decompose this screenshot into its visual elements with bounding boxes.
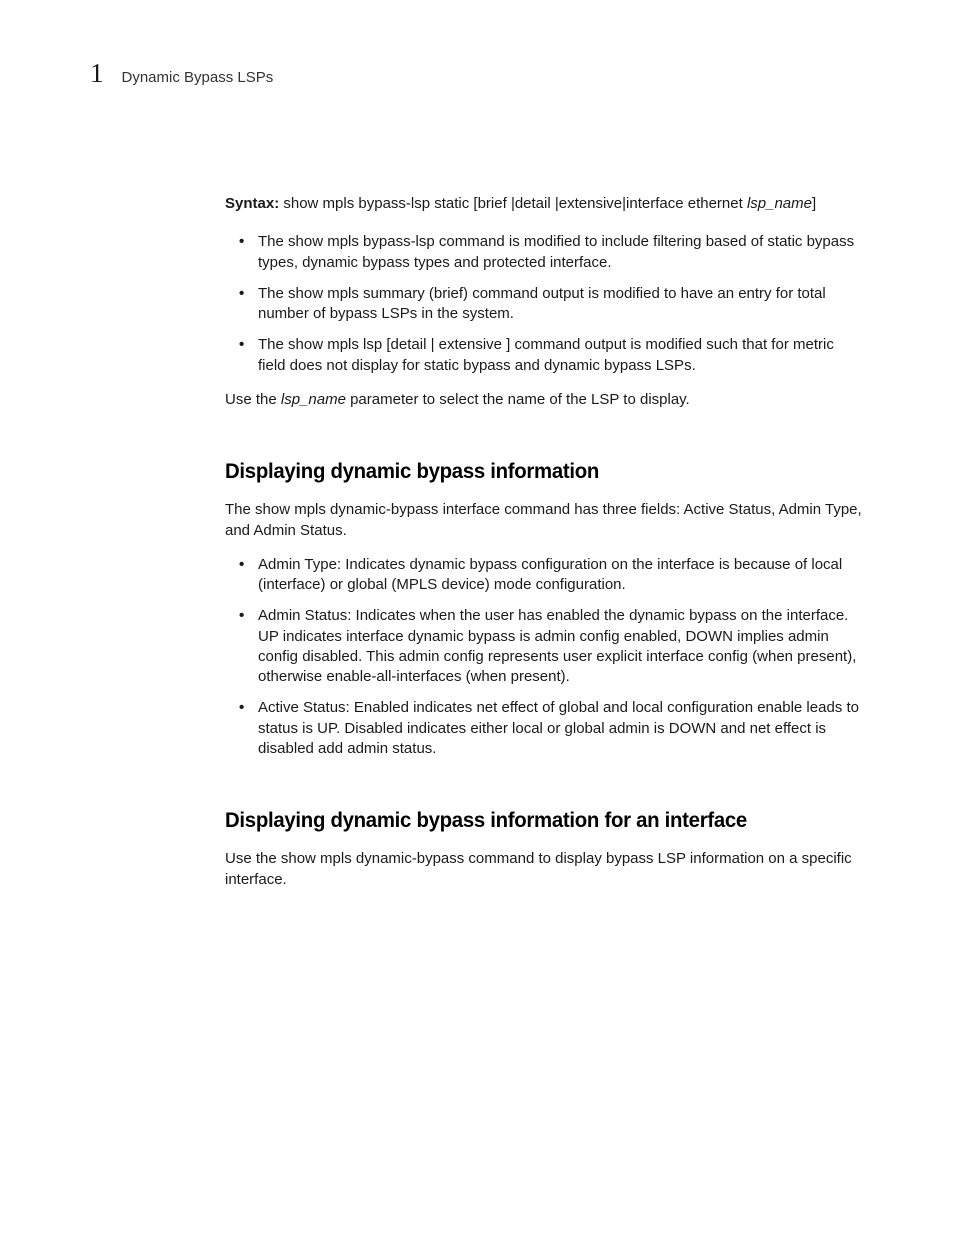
top-bullet-list: The show mpls bypass-lsp command is modi… <box>225 232 864 376</box>
section-heading-display-dynamic-bypass-interface: Displaying dynamic bypass information fo… <box>225 807 845 835</box>
list-item: The show mpls bypass-lsp command is modi… <box>225 232 864 273</box>
text-before: Use the <box>225 391 281 408</box>
list-item: The show mpls lsp [detail | extensive ] … <box>225 335 864 376</box>
page-content: Syntax: show mpls bypass-lsp static [bri… <box>225 194 864 904</box>
list-item: Active Status: Enabled indicates net eff… <box>225 698 864 759</box>
section1-intro: The show mpls dynamic-bypass interface c… <box>225 500 864 541</box>
syntax-text-suffix: ] <box>812 195 816 212</box>
section-heading-display-dynamic-bypass: Displaying dynamic bypass information <box>225 458 845 486</box>
section1-bullet-list: Admin Type: Indicates dynamic bypass con… <box>225 555 864 759</box>
header-title: Dynamic Bypass LSPs <box>122 69 274 86</box>
syntax-label: Syntax: <box>225 195 279 212</box>
syntax-text-prefix: show mpls bypass-lsp static [brief |deta… <box>283 195 747 212</box>
list-item: The show mpls summary (brief) command ou… <box>225 284 864 325</box>
syntax-variable: lsp_name <box>747 195 812 212</box>
chapter-number: 1 <box>90 58 104 89</box>
list-item: Admin Type: Indicates dynamic bypass con… <box>225 555 864 596</box>
syntax-line: Syntax: show mpls bypass-lsp static [bri… <box>225 194 864 214</box>
variable-name: lsp_name <box>281 391 346 408</box>
use-parameter-paragraph: Use the lsp_name parameter to select the… <box>225 390 864 410</box>
section2-intro: Use the show mpls dynamic-bypass command… <box>225 849 864 890</box>
page-header: 1 Dynamic Bypass LSPs <box>90 58 864 89</box>
text-after: parameter to select the name of the LSP … <box>346 391 690 408</box>
list-item: Admin Status: Indicates when the user ha… <box>225 606 864 687</box>
